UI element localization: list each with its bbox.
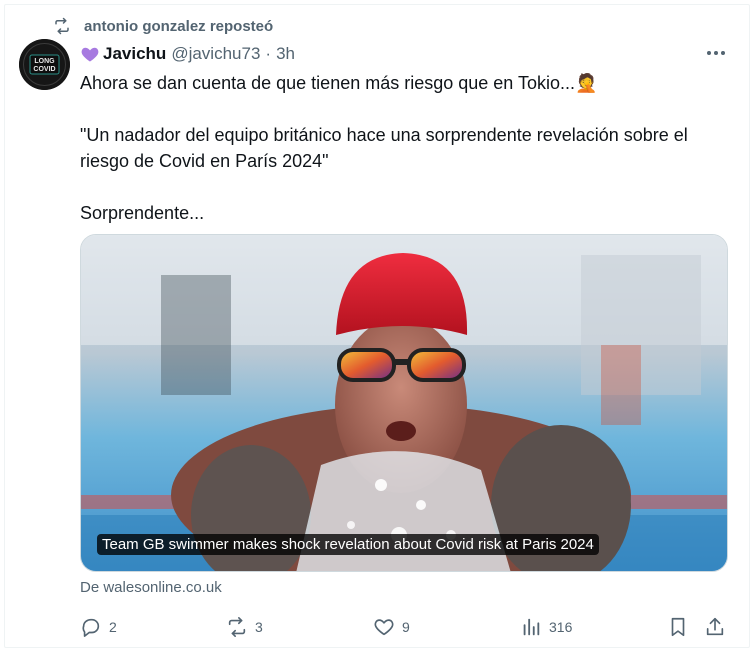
link-card-caption[interactable]: Team GB swimmer makes shock revelation a…: [97, 534, 599, 555]
avatar[interactable]: LONG COVID: [19, 39, 70, 90]
repost-action-icon: [228, 617, 246, 637]
link-card-source[interactable]: De walesonline.co.uk: [80, 579, 222, 596]
like-button[interactable]: 9: [373, 613, 410, 641]
tweet-line: riesgo de Covid en París 2024": [80, 151, 329, 171]
bookmark-button[interactable]: [667, 613, 696, 641]
tweet-line: "Un nadador del equipo británico hace un…: [80, 125, 688, 145]
author-name[interactable]: Javichu: [103, 44, 166, 64]
share-icon: [706, 617, 724, 636]
tweet-text: Ahora se dan cuenta de que tienen más ri…: [80, 70, 730, 226]
like-count: 9: [402, 619, 410, 635]
repost-label[interactable]: antonio gonzalez reposteó: [84, 18, 273, 35]
reply-button[interactable]: 2: [80, 613, 117, 641]
repost-count: 3: [255, 619, 263, 635]
author-handle[interactable]: @javichu73: [171, 44, 260, 64]
reply-count: 2: [109, 619, 117, 635]
share-button[interactable]: [704, 613, 733, 641]
tweet-actions: 2 3 9 316: [80, 613, 730, 641]
avatar-text-long: LONG: [34, 58, 55, 65]
bookmark-icon: [671, 617, 685, 637]
timestamp[interactable]: 3h: [276, 44, 295, 64]
views-button[interactable]: 316: [520, 613, 572, 641]
separator-dot: ·: [265, 44, 272, 63]
reply-icon: [82, 618, 100, 637]
more-icon: [707, 51, 725, 55]
analytics-icon: [523, 618, 540, 636]
heart-icon: [374, 619, 394, 636]
purple-heart-icon: [81, 47, 99, 62]
tweet-header: Javichu @javichu73 · 3h: [80, 42, 295, 66]
views-count: 316: [549, 619, 573, 635]
repost-icon: [52, 15, 74, 37]
swimmer-photo: [81, 235, 727, 571]
tweet-line: Sorprendente...: [80, 203, 205, 223]
repost-button[interactable]: 3: [226, 613, 263, 641]
link-card-image[interactable]: Team GB swimmer makes shock revelation a…: [80, 234, 728, 572]
avatar-text-covid: COVID: [33, 66, 55, 73]
more-options-button[interactable]: [704, 43, 728, 63]
repost-indicator[interactable]: antonio gonzalez reposteó: [52, 14, 273, 38]
tweet-line: Ahora se dan cuenta de que tienen más ri…: [80, 73, 598, 93]
